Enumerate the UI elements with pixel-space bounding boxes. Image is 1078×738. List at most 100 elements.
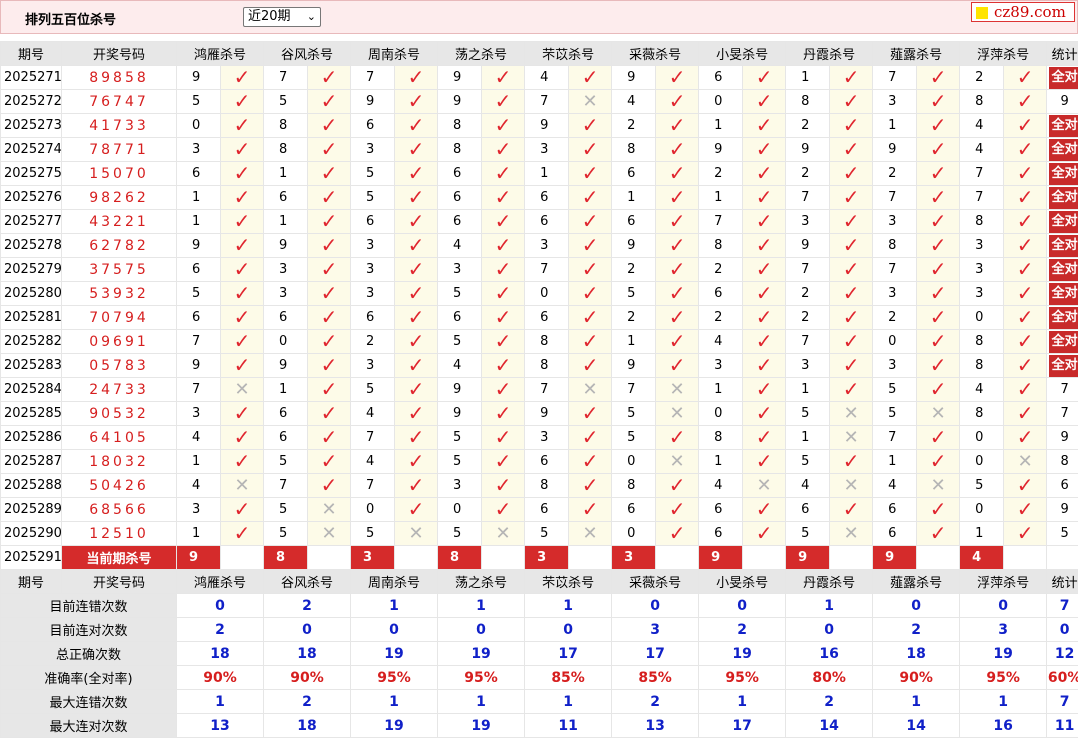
table-row: 2025277432211✓1✓6✓6✓6✓6✓7✓3✓3✓8✓全对 [1,210,1078,234]
result-cell: ✕ [743,474,786,498]
stat-cell: 6 [1047,474,1078,498]
check-mark-icon: ✓ [582,282,599,306]
stats-value: 14 [873,714,960,738]
stats-row: 最大连对次数1318191911131714141611 [1,714,1078,738]
award-number: 18032 [62,450,177,474]
stat-cell: 全对 [1047,210,1078,234]
result-cell: ✓ [1004,90,1047,114]
kill-number: 0 [699,90,743,114]
column-header-killer: 谷风杀号 [264,42,351,66]
check-mark-icon: ✓ [756,498,773,522]
check-mark-icon: ✓ [234,186,251,210]
result-cell: ✓ [395,450,438,474]
check-mark-icon: ✓ [582,66,599,90]
column-header-killer: 鸿雁杀号 [177,42,264,66]
check-mark-icon: ✓ [930,498,947,522]
current-kill-number: 3 [612,546,656,570]
kill-number: 8 [699,234,743,258]
kill-number: 6 [351,306,395,330]
all-correct-badge: 全对 [1049,331,1078,353]
kill-number: 2 [612,114,656,138]
result-cell: ✓ [482,114,525,138]
kill-number: 7 [525,378,569,402]
check-mark-icon: ✓ [930,162,947,186]
stats-value: 2 [699,618,786,642]
column-header-killer: 鸿雁杀号 [177,570,264,594]
result-cell: ✓ [1004,258,1047,282]
kill-number: 1 [699,450,743,474]
stats-value: 0 [1047,618,1078,642]
current-kill-empty [830,546,873,570]
result-cell: ✓ [482,234,525,258]
stats-value: 0 [960,594,1047,618]
kill-number: 6 [699,282,743,306]
kill-number: 9 [264,234,308,258]
check-mark-icon: ✓ [582,162,599,186]
stats-value: 16 [960,714,1047,738]
correct-count: 9 [1061,502,1069,517]
kill-number: 6 [351,210,395,234]
check-mark-icon: ✓ [1017,378,1034,402]
stat-cell: 全对 [1047,258,1078,282]
result-cell: ✓ [917,234,960,258]
stats-value: 17 [699,714,786,738]
check-mark-icon: ✓ [495,114,512,138]
result-cell: ✓ [1004,234,1047,258]
check-mark-icon: ✓ [234,354,251,378]
result-cell: ✓ [1004,426,1047,450]
stats-value: 17 [525,642,612,666]
kill-number: 1 [177,450,221,474]
check-mark-icon: ✓ [321,234,338,258]
result-cell: ✓ [917,66,960,90]
kill-number: 9 [351,90,395,114]
cross-mark-icon: ✕ [844,523,859,544]
result-cell: ✓ [308,378,351,402]
result-cell: ✓ [830,498,873,522]
current-kill-number: 4 [960,546,1004,570]
stats-value: 95% [960,666,1047,690]
result-cell: ✕ [656,378,699,402]
check-mark-icon: ✓ [234,138,251,162]
result-cell: ✓ [743,306,786,330]
current-kill-empty [1004,546,1047,570]
check-mark-icon: ✓ [756,306,773,330]
kill-number: 4 [960,378,1004,402]
stats-value: 1 [438,690,525,714]
kill-number: 3 [786,354,830,378]
result-cell: ✓ [308,474,351,498]
check-mark-icon: ✓ [495,450,512,474]
result-cell: ✓ [917,522,960,546]
check-mark-icon: ✓ [843,186,860,210]
kill-number: 9 [699,138,743,162]
check-mark-icon: ✓ [756,426,773,450]
result-cell: ✓ [656,258,699,282]
check-mark-icon: ✓ [756,90,773,114]
kill-number: 9 [264,354,308,378]
check-mark-icon: ✓ [930,114,947,138]
kill-number: 5 [786,402,830,426]
stats-value: 95% [438,666,525,690]
check-mark-icon: ✓ [495,306,512,330]
check-mark-icon: ✓ [408,426,425,450]
check-mark-icon: ✓ [843,282,860,306]
column-header-killer: 小旻杀号 [699,570,786,594]
result-cell: ✓ [569,186,612,210]
stat-cell: 全对 [1047,234,1078,258]
current-stat-empty [1047,546,1078,570]
period-select[interactable]: 近20期 ⌄ [243,7,321,27]
kill-number: 5 [438,522,482,546]
check-mark-icon: ✓ [843,354,860,378]
result-cell: ✓ [743,354,786,378]
check-mark-icon: ✓ [408,186,425,210]
kill-number: 0 [177,114,221,138]
all-correct-badge: 全对 [1049,211,1078,233]
site-logo[interactable]: cz89.com [971,2,1075,22]
stats-value: 90% [264,666,351,690]
check-mark-icon: ✓ [234,210,251,234]
award-number: 37575 [62,258,177,282]
kill-number: 3 [525,234,569,258]
check-mark-icon: ✓ [930,306,947,330]
check-mark-icon: ✓ [234,234,251,258]
cross-mark-icon: ✕ [1018,451,1033,472]
kill-number: 7 [351,426,395,450]
